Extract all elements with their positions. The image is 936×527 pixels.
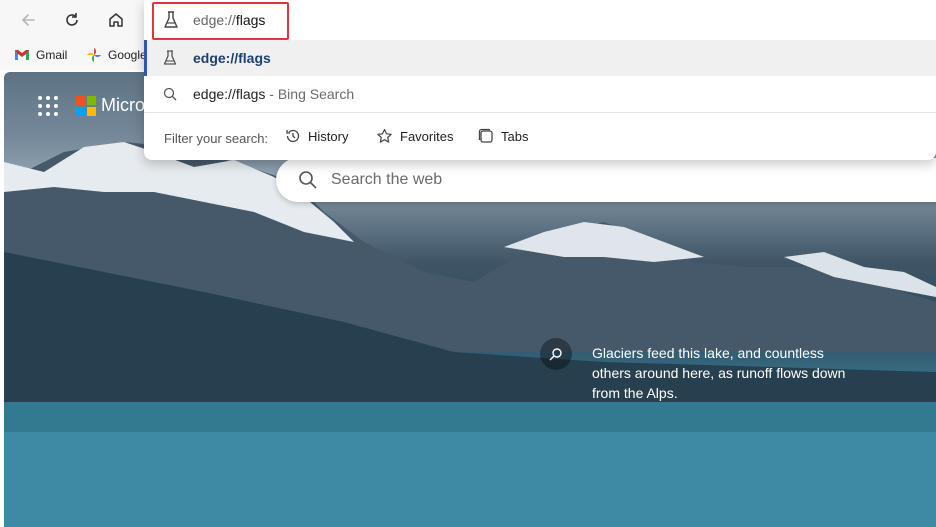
tabs-icon bbox=[478, 128, 493, 143]
filter-history-label: History bbox=[308, 128, 349, 144]
microsoft-logo-icon bbox=[76, 96, 96, 116]
filter-tabs[interactable]: Tabs bbox=[478, 128, 528, 144]
web-search-placeholder: Search the web bbox=[331, 171, 443, 188]
star-icon bbox=[377, 128, 392, 143]
bookmark-gmail[interactable]: Gmail bbox=[14, 46, 67, 64]
search-filters: Filter your search: History Favorites Ta… bbox=[144, 120, 936, 156]
filter-label: Filter your search: bbox=[164, 131, 269, 146]
annotation-highlight-box bbox=[152, 2, 289, 40]
web-search-box[interactable]: Search the web bbox=[276, 158, 936, 202]
suggestion-bing-search[interactable]: edge://flags - Bing Search bbox=[144, 76, 936, 112]
suggestion-bing-text: edge://flags - Bing Search bbox=[193, 86, 354, 102]
filter-history[interactable]: History bbox=[285, 128, 348, 144]
filter-tabs-label: Tabs bbox=[501, 128, 529, 144]
back-button[interactable] bbox=[14, 6, 42, 34]
brand-text: Micro bbox=[101, 95, 145, 115]
refresh-icon bbox=[66, 13, 78, 26]
gmail-icon bbox=[15, 50, 29, 60]
google-photos-icon bbox=[87, 48, 101, 62]
suggestion-flags-label: edge://flags bbox=[193, 50, 271, 66]
home-button[interactable] bbox=[102, 6, 130, 34]
filter-favorites-label: Favorites bbox=[400, 128, 454, 144]
image-caption[interactable]: Glaciers feed this lake, and countless o… bbox=[592, 343, 862, 403]
suggestion-flags[interactable]: edge://flags bbox=[144, 40, 936, 76]
search-icon bbox=[549, 348, 562, 361]
refresh-button[interactable] bbox=[58, 6, 86, 34]
bookmark-gmail-label: Gmail bbox=[36, 48, 68, 62]
history-icon bbox=[286, 129, 300, 143]
flask-icon bbox=[161, 49, 179, 67]
bookmark-google-label: Google bbox=[108, 48, 147, 62]
home-icon bbox=[109, 13, 123, 27]
back-arrow-icon bbox=[21, 14, 35, 26]
image-search-button[interactable] bbox=[540, 338, 572, 370]
bookmark-google[interactable]: Google bbox=[86, 46, 147, 64]
suggestion-bing-query: edge://flags bbox=[193, 86, 266, 102]
search-icon bbox=[299, 171, 317, 189]
search-icon bbox=[161, 85, 179, 103]
filter-favorites[interactable]: Favorites bbox=[376, 128, 453, 144]
apps-launcher-button[interactable] bbox=[38, 96, 58, 116]
divider bbox=[144, 112, 936, 113]
suggestion-bing-suffix: - Bing Search bbox=[265, 86, 355, 102]
